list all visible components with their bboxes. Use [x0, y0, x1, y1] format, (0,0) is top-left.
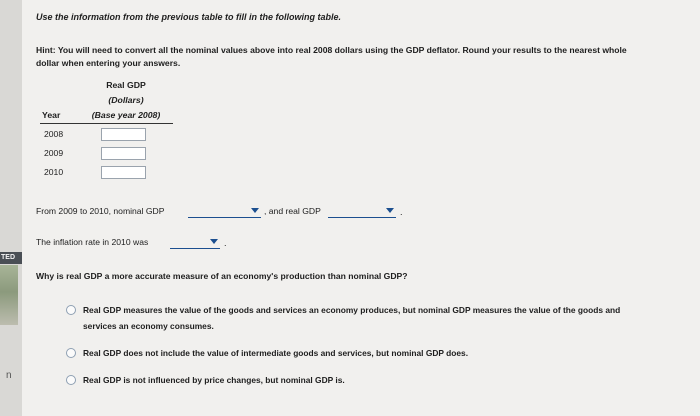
- sidebar-thumbnail: [0, 265, 18, 325]
- hint-text-1: You will need to convert all the nominal…: [57, 45, 627, 55]
- inflation-rate-dropdown[interactable]: [170, 237, 220, 249]
- nominal-gdp-dropdown[interactable]: [188, 206, 261, 218]
- column-header-real-gdp: Real GDP: [106, 80, 146, 90]
- real-gdp-input-2009[interactable]: [101, 147, 146, 160]
- option-1-label[interactable]: Real GDP measures the value of the goods…: [83, 302, 620, 334]
- column-header-year: Year: [42, 110, 61, 120]
- chevron-down-icon: [210, 239, 218, 244]
- inflation-question-text: The inflation rate in 2010 was: [36, 237, 149, 247]
- column-header-dollars: (Dollars): [108, 95, 144, 105]
- sentence-period: .: [400, 207, 403, 217]
- hint-line-1: Hint: You will need to convert all the n…: [36, 45, 627, 55]
- status-badge: TED: [0, 252, 22, 264]
- option-3-label[interactable]: Real GDP is not influenced by price chan…: [83, 372, 345, 388]
- table-header-rule: [40, 123, 173, 124]
- left-sidebar-strip: TED n: [0, 0, 22, 416]
- option-3-radio[interactable]: [66, 375, 76, 385]
- sidebar-glyph: n: [6, 370, 12, 381]
- nominal-gdp-question-text: From 2009 to 2010, nominal GDP: [36, 206, 165, 216]
- hint-label: Hint:: [36, 45, 56, 55]
- option-1-line-1: Real GDP measures the value of the goods…: [83, 305, 621, 315]
- sentence-period: .: [224, 238, 227, 248]
- option-1-line-2: services an economy consumes.: [83, 321, 214, 331]
- option-1-radio[interactable]: [66, 305, 76, 315]
- real-gdp-dropdown[interactable]: [328, 206, 396, 218]
- real-gdp-question-text: , and real GDP: [264, 206, 321, 216]
- chevron-down-icon: [251, 208, 259, 213]
- option-2-label[interactable]: Real GDP does not include the value of i…: [83, 345, 468, 361]
- chevron-down-icon: [386, 208, 394, 213]
- column-header-base-year: (Base year 2008): [91, 110, 161, 120]
- table-row-year-2010: 2010: [44, 167, 64, 177]
- hint-line-2: dollar when entering your answers.: [36, 58, 181, 68]
- real-gdp-input-2010[interactable]: [101, 166, 146, 179]
- real-gdp-input-2008[interactable]: [101, 128, 146, 141]
- table-row-year-2008: 2008: [44, 129, 64, 139]
- option-2-radio[interactable]: [66, 348, 76, 358]
- instructions-text: Use the information from the previous ta…: [36, 12, 342, 22]
- real-vs-nominal-question: Why is real GDP a more accurate measure …: [36, 271, 408, 281]
- table-row-year-2009: 2009: [44, 148, 64, 158]
